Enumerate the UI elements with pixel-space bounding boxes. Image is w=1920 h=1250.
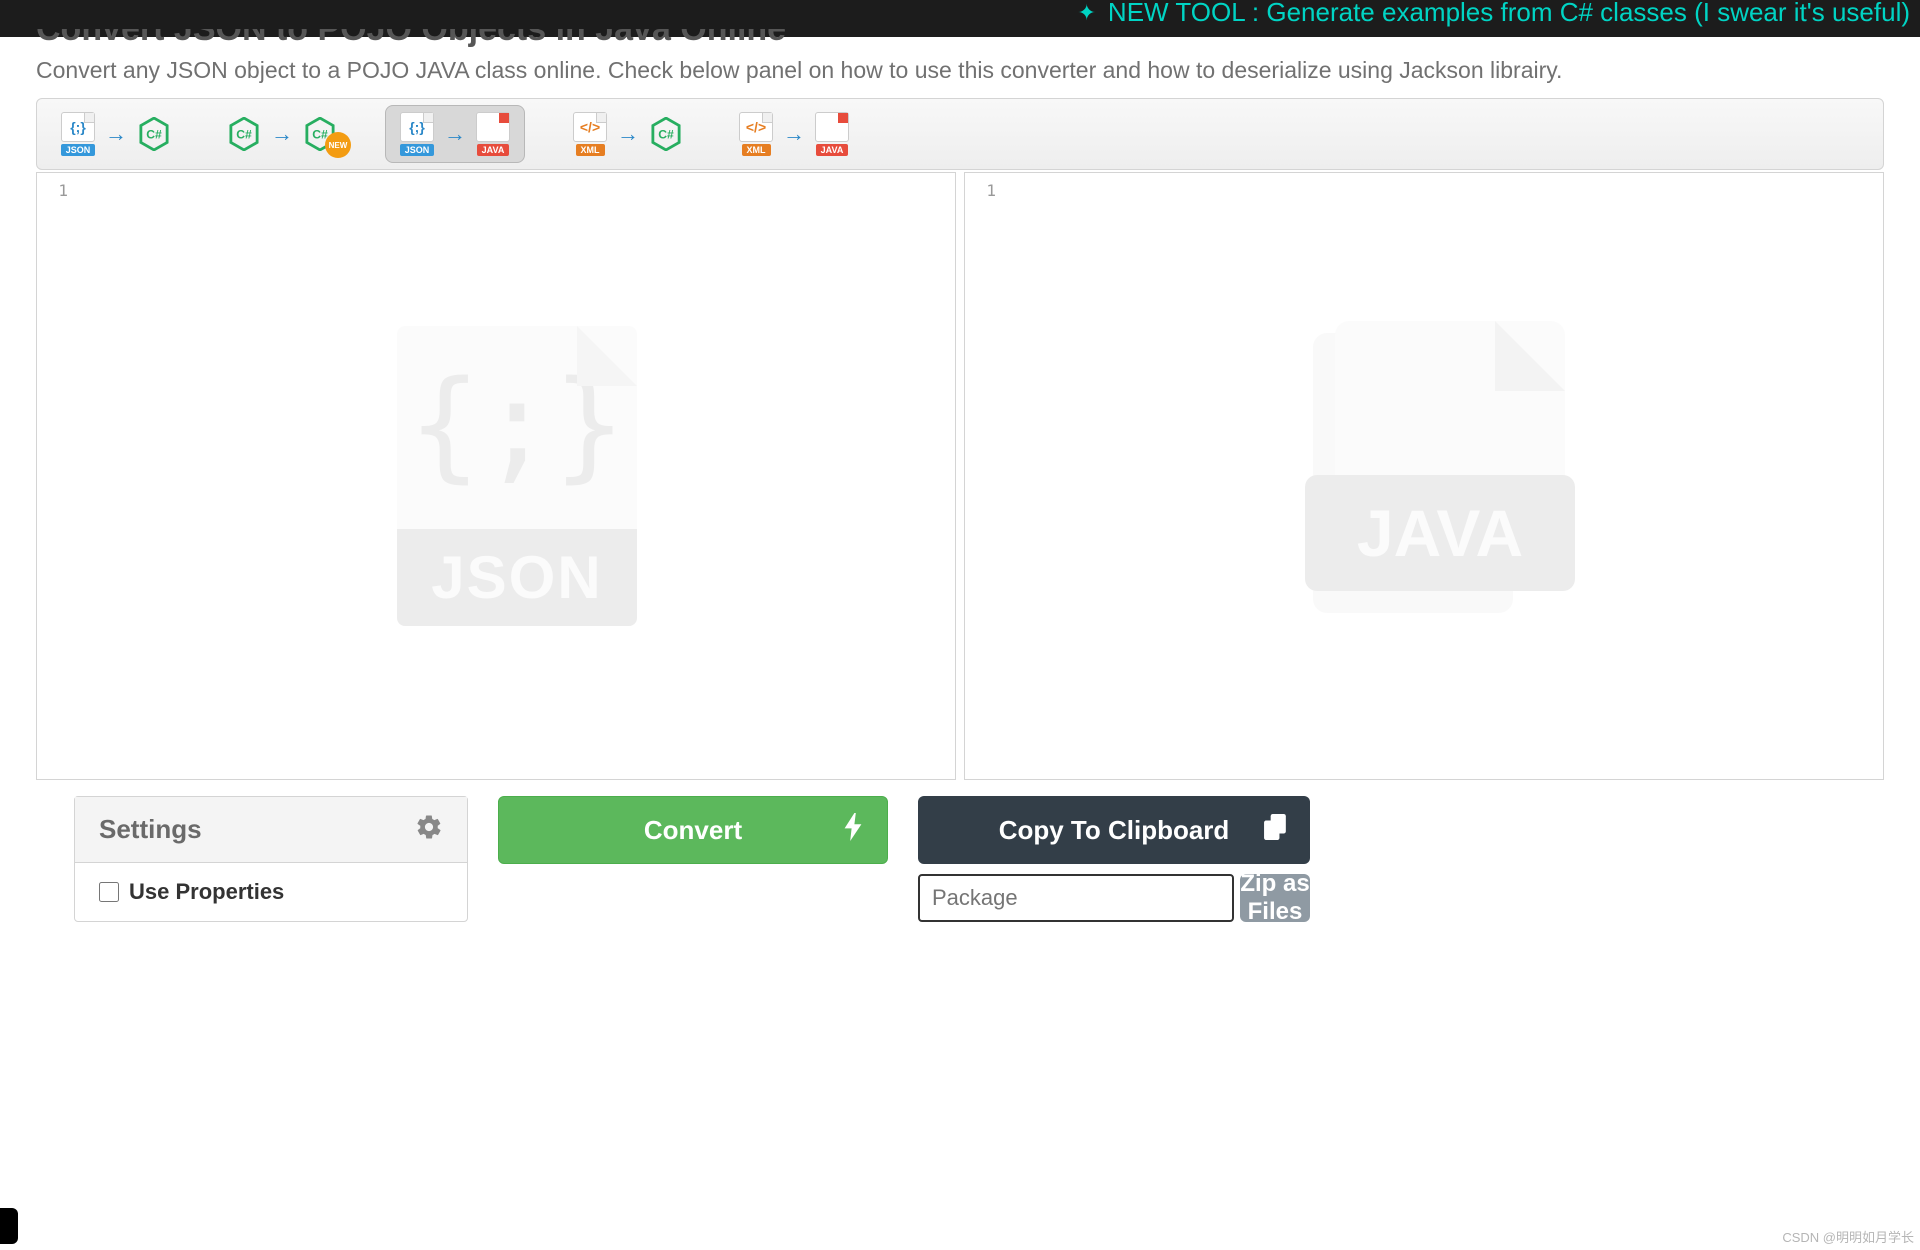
settings-panel: Settings Use Properties <box>74 796 468 922</box>
arrow-icon: → <box>444 121 466 147</box>
convert-button[interactable]: Convert <box>498 796 888 864</box>
sparkle-icon: ✦ <box>1077 0 1095 26</box>
gear-icon <box>415 813 443 846</box>
button-label: Zip as Files <box>1240 870 1310 926</box>
bolt-icon <box>843 813 863 848</box>
csharp-icon: C# <box>649 114 683 154</box>
new-badge: NEW <box>325 132 351 158</box>
svg-text:C#: C# <box>236 128 252 142</box>
xml-file-icon: </> XML <box>573 112 607 156</box>
arrow-icon: → <box>271 121 293 147</box>
page-subtitle: Convert any JSON object to a POJO JAVA c… <box>36 57 1884 84</box>
actions-row: Settings Use Properties Convert <box>36 796 1884 922</box>
zip-button[interactable]: Zip as Files <box>1240 874 1310 922</box>
side-tab[interactable] <box>0 1208 18 1244</box>
tab-csharp-to-csharp[interactable]: C# → C# NEW <box>219 110 345 158</box>
arrow-icon: → <box>105 121 127 147</box>
editors-row: 1 {;} JSON 1 JAVA <box>36 172 1884 780</box>
checkbox-input[interactable] <box>99 882 119 902</box>
button-label: Convert <box>644 815 742 846</box>
page-title: Convert JSON to POJO Objects in Java Onl… <box>36 29 1884 51</box>
package-input[interactable] <box>918 874 1234 922</box>
copy-icon <box>1264 814 1286 847</box>
tab-xml-to-csharp[interactable]: </> XML → C# <box>565 108 691 160</box>
button-label: Copy To Clipboard <box>999 815 1230 846</box>
java-watermark: JAVA <box>1305 321 1585 631</box>
checkbox-label: Use Properties <box>129 879 284 905</box>
java-file-icon: JAVA <box>476 112 510 156</box>
arrow-icon: → <box>783 121 805 147</box>
json-file-icon: {;} JSON <box>400 112 434 156</box>
arrow-icon: → <box>617 121 639 147</box>
settings-header: Settings <box>75 797 467 863</box>
use-properties-checkbox[interactable]: Use Properties <box>99 879 443 905</box>
line-number: 1 <box>965 181 996 200</box>
xml-file-icon: </> XML <box>739 112 773 156</box>
credit-watermark: CSDN @明明如月学长 <box>1782 1227 1914 1246</box>
csharp-icon: C# <box>227 114 261 154</box>
banner-text[interactable]: NEW TOOL : Generate examples from C# cla… <box>1108 0 1910 28</box>
csharp-icon: C# NEW <box>303 114 337 154</box>
tab-json-to-java[interactable]: {;} JSON → JAVA <box>385 105 525 163</box>
editor-body[interactable]: {;} JSON <box>79 173 955 779</box>
svg-text:C#: C# <box>658 128 674 142</box>
line-gutter: 1 <box>965 173 1007 779</box>
output-editor[interactable]: 1 JAVA <box>964 172 1884 780</box>
editor-body[interactable]: JAVA <box>1007 173 1883 779</box>
line-number: 1 <box>37 181 68 200</box>
copy-button[interactable]: Copy To Clipboard <box>918 796 1310 864</box>
csharp-icon: C# <box>137 114 171 154</box>
java-file-icon: JAVA <box>815 112 849 156</box>
svg-text:C#: C# <box>146 128 162 142</box>
settings-title: Settings <box>99 814 202 845</box>
line-gutter: 1 <box>37 173 79 779</box>
tab-xml-to-java[interactable]: </> XML → JAVA <box>731 108 857 160</box>
json-file-icon: {;} JSON <box>61 112 95 156</box>
input-editor[interactable]: 1 {;} JSON <box>36 172 956 780</box>
tab-json-to-csharp[interactable]: {;} JSON → C# <box>53 108 179 160</box>
converter-tabs: {;} JSON → C# C# → C# NEW {;} JSON <box>36 98 1884 170</box>
json-watermark: {;} JSON <box>397 326 637 626</box>
